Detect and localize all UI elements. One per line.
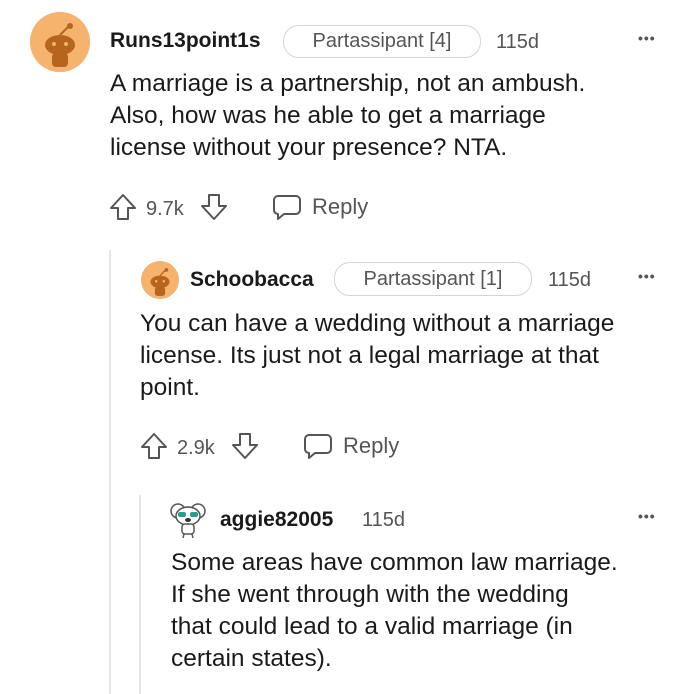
username[interactable]: Schoobacca bbox=[190, 268, 314, 292]
snoo-avatar-icon bbox=[141, 261, 179, 299]
comment-body: Some areas have common law marriage. If … bbox=[171, 547, 618, 675]
comment-age: 115d bbox=[548, 269, 592, 291]
reply-label: Reply bbox=[343, 433, 400, 458]
comment-body-line: You can have a wedding without a marriag… bbox=[140, 310, 615, 337]
more-options-button[interactable]: ••• bbox=[638, 268, 656, 284]
vote-count: 9.7k bbox=[146, 198, 184, 220]
comment-body-line: certain states). bbox=[171, 645, 332, 672]
username[interactable]: Runs13point1s bbox=[110, 29, 261, 53]
speech-bubble-icon bbox=[304, 434, 332, 459]
comment-body-line: that could lead to a valid marriage (in bbox=[171, 613, 573, 640]
user-flair: Partassipant [4] bbox=[283, 25, 481, 58]
upvote-arrow-icon bbox=[110, 194, 136, 220]
username[interactable]: aggie82005 bbox=[220, 508, 333, 532]
comment-body-line: point. bbox=[140, 374, 200, 401]
upvote-button[interactable] bbox=[139, 431, 169, 461]
more-options-button[interactable]: ••• bbox=[638, 508, 656, 524]
speech-bubble-icon bbox=[273, 195, 301, 220]
reply-label: Reply bbox=[312, 194, 369, 219]
avatar[interactable] bbox=[170, 501, 206, 539]
comment-body: A marriage is a partnership, not an ambu… bbox=[110, 68, 585, 164]
upvote-button[interactable] bbox=[108, 192, 138, 222]
comment-body-line: license. Its just not a legal marriage a… bbox=[140, 342, 599, 369]
comment-age: 115d bbox=[362, 509, 406, 531]
vote-count: 2.9k bbox=[177, 437, 215, 459]
comment: aggie82005 115d ••• Some areas have comm… bbox=[0, 495, 700, 694]
comment-age: 115d bbox=[496, 31, 540, 53]
user-flair: Partassipant [1] bbox=[334, 262, 532, 296]
downvote-button[interactable] bbox=[230, 431, 260, 461]
comment-body-line: Also, how was he able to get a marriage bbox=[110, 102, 546, 129]
comment-body-line: license without your presence? NTA. bbox=[110, 134, 508, 161]
upvote-arrow-icon bbox=[141, 433, 167, 459]
comment-body-line: Some areas have common law marriage. bbox=[171, 549, 618, 576]
comment-body-line: If she went through with the wedding bbox=[171, 581, 569, 608]
downvote-button[interactable] bbox=[199, 192, 229, 222]
reply-button[interactable]: Reply bbox=[303, 431, 413, 461]
downvote-arrow-icon bbox=[232, 433, 258, 459]
reply-button[interactable]: Reply bbox=[272, 192, 382, 222]
more-options-button[interactable]: ••• bbox=[638, 30, 656, 46]
snoo-avatar-icon bbox=[30, 12, 90, 72]
downvote-arrow-icon bbox=[201, 194, 227, 220]
comment: Runs13point1s Partassipant [4] 115d ••• … bbox=[0, 0, 700, 240]
avatar[interactable] bbox=[30, 12, 90, 72]
avatar[interactable] bbox=[141, 261, 179, 299]
comment-body: You can have a wedding without a marriag… bbox=[140, 308, 614, 404]
comment-body-line: A marriage is a partnership, not an ambu… bbox=[110, 70, 586, 97]
comment: Schoobacca Partassipant [1] 115d ••• You… bbox=[0, 250, 700, 490]
koala-avatar-icon bbox=[170, 503, 206, 539]
